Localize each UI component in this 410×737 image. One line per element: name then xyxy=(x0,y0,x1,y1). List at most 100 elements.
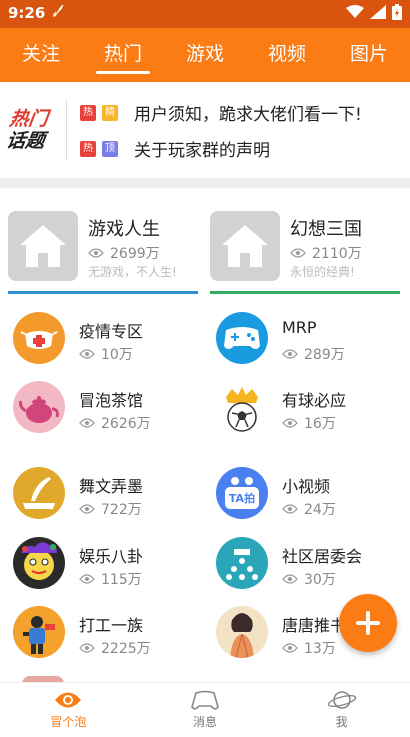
forum-name: 冒泡茶馆 xyxy=(79,391,144,410)
view-count-text: 2699万 xyxy=(110,246,160,262)
nav-label: 冒个泡 xyxy=(50,715,87,729)
view-count-text: 16万 xyxy=(304,416,336,432)
hot-topic-item[interactable]: 热 顶 关于玩家群的声明 xyxy=(80,136,270,161)
nav-messages[interactable]: 消息 xyxy=(137,683,274,737)
forum-name: 疫情专区 xyxy=(79,322,144,341)
view-count-text: 10万 xyxy=(101,347,133,363)
nav-label: 我 xyxy=(335,715,348,729)
status-time: 9:26 xyxy=(8,4,46,22)
view-count-text: 115万 xyxy=(101,572,142,588)
tab-follow[interactable]: 关注 xyxy=(0,28,82,82)
view-count: 24万 xyxy=(282,499,336,519)
battery-icon xyxy=(392,4,402,20)
lady-illustration-icon xyxy=(216,606,268,658)
forum-description: 永恒的经典! xyxy=(290,265,355,279)
eye-icon xyxy=(282,418,298,428)
featured-badge: 精 xyxy=(102,104,118,121)
eye-icon xyxy=(79,574,95,584)
signal-icon xyxy=(370,5,386,19)
hot-topic-title: 用户须知，跪求大佬们看一下! xyxy=(134,105,362,125)
tab-label: 视频 xyxy=(267,43,306,65)
forum-name: 小视频 xyxy=(282,477,331,496)
forum-name: 唐唐推书 xyxy=(282,616,347,635)
bottom-nav: 冒个泡 消息 我 xyxy=(0,682,410,737)
forum-list-item[interactable]: 冒泡茶馆 2626万 xyxy=(13,381,208,441)
view-count: 30万 xyxy=(282,569,336,589)
ta-pai-label: TA拍 xyxy=(228,492,256,505)
forum-list-item[interactable]: 疫情专区 10万 xyxy=(13,312,208,372)
eye-icon xyxy=(282,504,298,514)
view-count-text: 2626万 xyxy=(101,416,151,432)
hot-badge: 热 xyxy=(80,104,96,121)
hot-topics-panel: 热门 话题 热 精 用户须知，跪求大佬们看一下! 热 顶 关于玩家群的声明 xyxy=(0,82,410,178)
top-tab-bar: 关注 热门 游戏 视频 图片 xyxy=(0,28,410,82)
forum-name: 有球必应 xyxy=(282,391,347,410)
pinned-badge: 顶 xyxy=(102,140,118,157)
create-post-fab[interactable] xyxy=(339,594,397,652)
tab-label: 关注 xyxy=(21,43,60,65)
eye-icon xyxy=(282,643,298,653)
view-count: 2110万 xyxy=(290,243,362,263)
view-count: 10万 xyxy=(79,344,133,364)
home-placeholder-icon xyxy=(8,211,78,281)
featured-forum-card[interactable]: 幻想三国 2110万 永恒的经典! xyxy=(210,205,402,295)
forum-list-item[interactable]: MRP 289万 xyxy=(216,312,410,372)
view-count-text: 24万 xyxy=(304,502,336,518)
ta-pai-icon: TA拍 xyxy=(216,467,268,519)
forum-list-item[interactable]: 社区居委会 30万 xyxy=(216,537,410,597)
tab-pictures[interactable]: 图片 xyxy=(328,28,410,82)
teapot-icon xyxy=(13,381,65,433)
eye-icon xyxy=(79,418,95,428)
forum-list-item[interactable]: 打工一族 2225万 xyxy=(13,606,208,666)
nav-bubble[interactable]: 冒个泡 xyxy=(0,683,137,737)
featured-forum-card[interactable]: 游戏人生 2699万 无游戏，不人生! xyxy=(8,205,200,295)
gamepad-outline-icon xyxy=(191,690,219,710)
hot-topics-logo: 热门 话题 xyxy=(5,108,59,152)
tab-games[interactable]: 游戏 xyxy=(164,28,246,82)
tab-label: 热门 xyxy=(103,43,142,65)
eye-icon xyxy=(282,574,298,584)
view-count: 16万 xyxy=(282,413,336,433)
view-count-text: 2110万 xyxy=(312,246,362,262)
forum-name: 舞文弄墨 xyxy=(79,477,144,496)
eye-icon xyxy=(290,248,306,258)
view-count: 2626万 xyxy=(79,413,151,433)
planet-icon xyxy=(327,691,356,709)
hot-topic-item[interactable]: 热 精 用户须知，跪求大佬们看一下! xyxy=(80,100,362,125)
soccer-crown-icon xyxy=(216,381,268,433)
hot-topic-title: 关于玩家群的声明 xyxy=(134,141,270,161)
view-count: 2225万 xyxy=(79,638,151,658)
forum-list-item[interactable]: 有球必应 16万 xyxy=(216,381,410,441)
nav-label: 消息 xyxy=(193,715,218,729)
eye-icon xyxy=(79,349,95,359)
forum-name: MRP xyxy=(282,318,317,337)
status-icons xyxy=(346,4,402,20)
card-underline xyxy=(210,291,400,294)
tab-label: 游戏 xyxy=(185,43,224,65)
cartoon-face-icon xyxy=(13,537,65,589)
card-underline xyxy=(8,291,198,294)
view-count-text: 13万 xyxy=(304,641,336,657)
tab-videos[interactable]: 视频 xyxy=(246,28,328,82)
eye-icon xyxy=(79,504,95,514)
view-count-text: 2225万 xyxy=(101,641,151,657)
nav-me[interactable]: 我 xyxy=(273,683,410,737)
active-tab-indicator xyxy=(96,71,150,74)
hot-badge: 热 xyxy=(80,140,96,157)
quill-icon xyxy=(13,467,65,519)
forum-name: 游戏人生 xyxy=(88,219,160,240)
tab-hot[interactable]: 热门 xyxy=(82,28,164,82)
eye-icon xyxy=(88,248,104,258)
view-count-text: 722万 xyxy=(101,502,142,518)
section-separator xyxy=(0,178,410,188)
forum-list-item[interactable]: 舞文弄墨 722万 xyxy=(13,467,208,527)
gamepad-icon xyxy=(216,312,268,364)
forum-list-item[interactable]: 娱乐八卦 115万 xyxy=(13,537,208,597)
forum-list-item[interactable]: TA拍 小视频 24万 xyxy=(216,467,410,527)
wifi-icon xyxy=(346,5,364,19)
plus-icon xyxy=(356,611,380,635)
view-count-text: 289万 xyxy=(304,347,345,363)
forum-name: 打工一族 xyxy=(79,616,144,635)
tab-label: 图片 xyxy=(349,43,388,65)
logo-line2: 话题 xyxy=(4,130,47,152)
